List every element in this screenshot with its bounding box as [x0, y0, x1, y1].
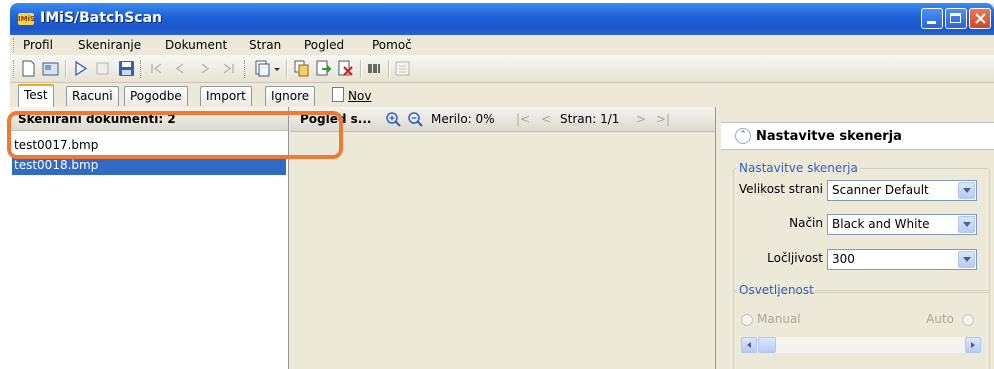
chevron-down-icon[interactable]: [958, 182, 975, 199]
close-button[interactable]: [969, 8, 991, 29]
menu-bar: Profil Skeniranje Dokument Stran Pogled …: [10, 35, 994, 55]
chevron-down-icon[interactable]: [958, 216, 975, 233]
scanner-settings-legend: Nastavitve skenerja: [739, 161, 858, 175]
page-size-label: Velikost strani: [738, 182, 823, 196]
menu-dokument[interactable]: Dokument: [165, 38, 227, 52]
dropdown-arrow-icon[interactable]: [272, 60, 282, 77]
manual-label: Manual: [757, 312, 801, 326]
brightness-legend: Osvetljenost: [739, 283, 814, 297]
toolbar-grip: [13, 60, 16, 78]
scanner-settings-panel: ⌃ Nastavitve skenerja Nastavitve skenerj…: [721, 107, 994, 369]
preview-header: Pogled s... Merilo: 0% |< < Stran: 1/1 >…: [290, 107, 715, 132]
last-page-icon[interactable]: >|: [656, 112, 670, 126]
properties-icon[interactable]: [394, 60, 411, 77]
mode-label: Način: [789, 216, 823, 230]
toolbar-separator-2: [286, 60, 288, 78]
collapse-chevron-icon[interactable]: ⌃: [735, 128, 751, 144]
delete-document-icon[interactable]: [337, 60, 354, 77]
new-tab-label: Nov: [348, 89, 372, 103]
slider-thumb[interactable]: [758, 337, 776, 353]
menu-profil[interactable]: Profil: [23, 38, 53, 52]
zoom-out-icon[interactable]: [407, 111, 424, 128]
chevron-down-icon[interactable]: [958, 251, 975, 268]
tab-test[interactable]: Test: [18, 84, 54, 107]
page-indicator: Stran: 1/1: [560, 112, 620, 126]
tab-racuni[interactable]: Racuni: [66, 86, 119, 106]
save-icon[interactable]: [118, 60, 135, 77]
export-document-icon[interactable]: [315, 60, 332, 77]
previous-page-icon[interactable]: [172, 60, 189, 77]
previous-page-icon[interactable]: <: [541, 112, 551, 126]
resolution-select[interactable]: 300: [827, 249, 977, 270]
scanner-settings-title: Nastavitve skenerja: [756, 129, 902, 144]
maximize-button[interactable]: [945, 8, 967, 29]
page-size-value: Scanner Default: [832, 183, 929, 197]
barcode-icon[interactable]: [366, 60, 383, 77]
chevron-right-icon: [971, 342, 975, 348]
tab-pogodbe[interactable]: Pogodbe: [124, 86, 188, 106]
open-scanner-icon[interactable]: [42, 60, 59, 77]
toolbar: [10, 55, 994, 83]
app-window: IMiS IMiS/BatchScan Profil Skeniranje Do…: [10, 3, 994, 369]
scroll-right-arrow-icon[interactable]: [965, 337, 981, 353]
first-page-icon[interactable]: [148, 60, 165, 77]
next-page-icon[interactable]: >: [636, 112, 646, 126]
page-view-icon[interactable]: [254, 60, 271, 77]
close-icon: [975, 13, 986, 24]
app-logo-icon: IMiS: [18, 13, 36, 25]
chevron-left-icon: [747, 342, 751, 348]
new-document-icon[interactable]: [20, 60, 37, 77]
title-bar[interactable]: IMiS IMiS/BatchScan: [10, 3, 994, 35]
brightness-slider[interactable]: [741, 337, 981, 353]
scroll-left-arrow-icon[interactable]: [741, 337, 757, 353]
window-title: IMiS/BatchScan: [40, 10, 163, 26]
first-page-icon[interactable]: |<: [516, 112, 530, 126]
scanner-settings-header[interactable]: ⌃ Nastavitve skenerja: [721, 122, 994, 150]
minimize-button[interactable]: [921, 8, 943, 29]
brightness-group: Osvetljenost: [733, 283, 990, 369]
zoom-level: Merilo: 0%: [431, 112, 495, 126]
last-page-icon[interactable]: [220, 60, 237, 77]
new-page-icon: [332, 87, 344, 102]
mode-select[interactable]: Black and White: [827, 214, 977, 235]
tab-highlight-annotation: [7, 111, 343, 159]
tab-ignore[interactable]: Ignore: [265, 86, 316, 106]
auto-label: Auto: [926, 312, 954, 326]
page-size-select[interactable]: Scanner Default: [827, 180, 977, 201]
resolution-label: Ločljivost: [767, 251, 823, 265]
play-icon[interactable]: [72, 60, 89, 77]
new-tab-button[interactable]: Nov: [332, 87, 371, 103]
mode-value: Black and White: [832, 217, 930, 231]
stop-icon[interactable]: [94, 60, 111, 77]
toolbar-separator-3: [360, 60, 362, 78]
next-page-icon[interactable]: [196, 60, 213, 77]
maximize-icon: [950, 13, 961, 23]
copy-document-icon[interactable]: [293, 60, 310, 77]
toolbar-separator-4: [388, 60, 390, 78]
menu-grip: [13, 38, 16, 52]
auto-radio[interactable]: [962, 314, 974, 326]
tab-import[interactable]: Import: [200, 86, 252, 106]
manual-radio[interactable]: [741, 314, 753, 326]
preview-panel: Pogled s... Merilo: 0% |< < Stran: 1/1 >…: [290, 107, 716, 369]
toolbar-grip-3: [244, 60, 247, 78]
menu-skeniranje[interactable]: Skeniranje: [78, 38, 141, 52]
profile-tab-strip: Test Racuni Pogodbe Import Ignore Nov: [10, 83, 718, 107]
menu-pogled[interactable]: Pogled: [304, 38, 344, 52]
minimize-icon: [927, 21, 936, 24]
resolution-value: 300: [832, 252, 855, 266]
zoom-in-icon[interactable]: [385, 111, 402, 128]
toolbar-grip-2: [140, 60, 143, 78]
toolbar-separator: [65, 60, 67, 78]
menu-pomoc[interactable]: Pomoč: [372, 38, 412, 52]
menu-stran[interactable]: Stran: [249, 38, 281, 52]
